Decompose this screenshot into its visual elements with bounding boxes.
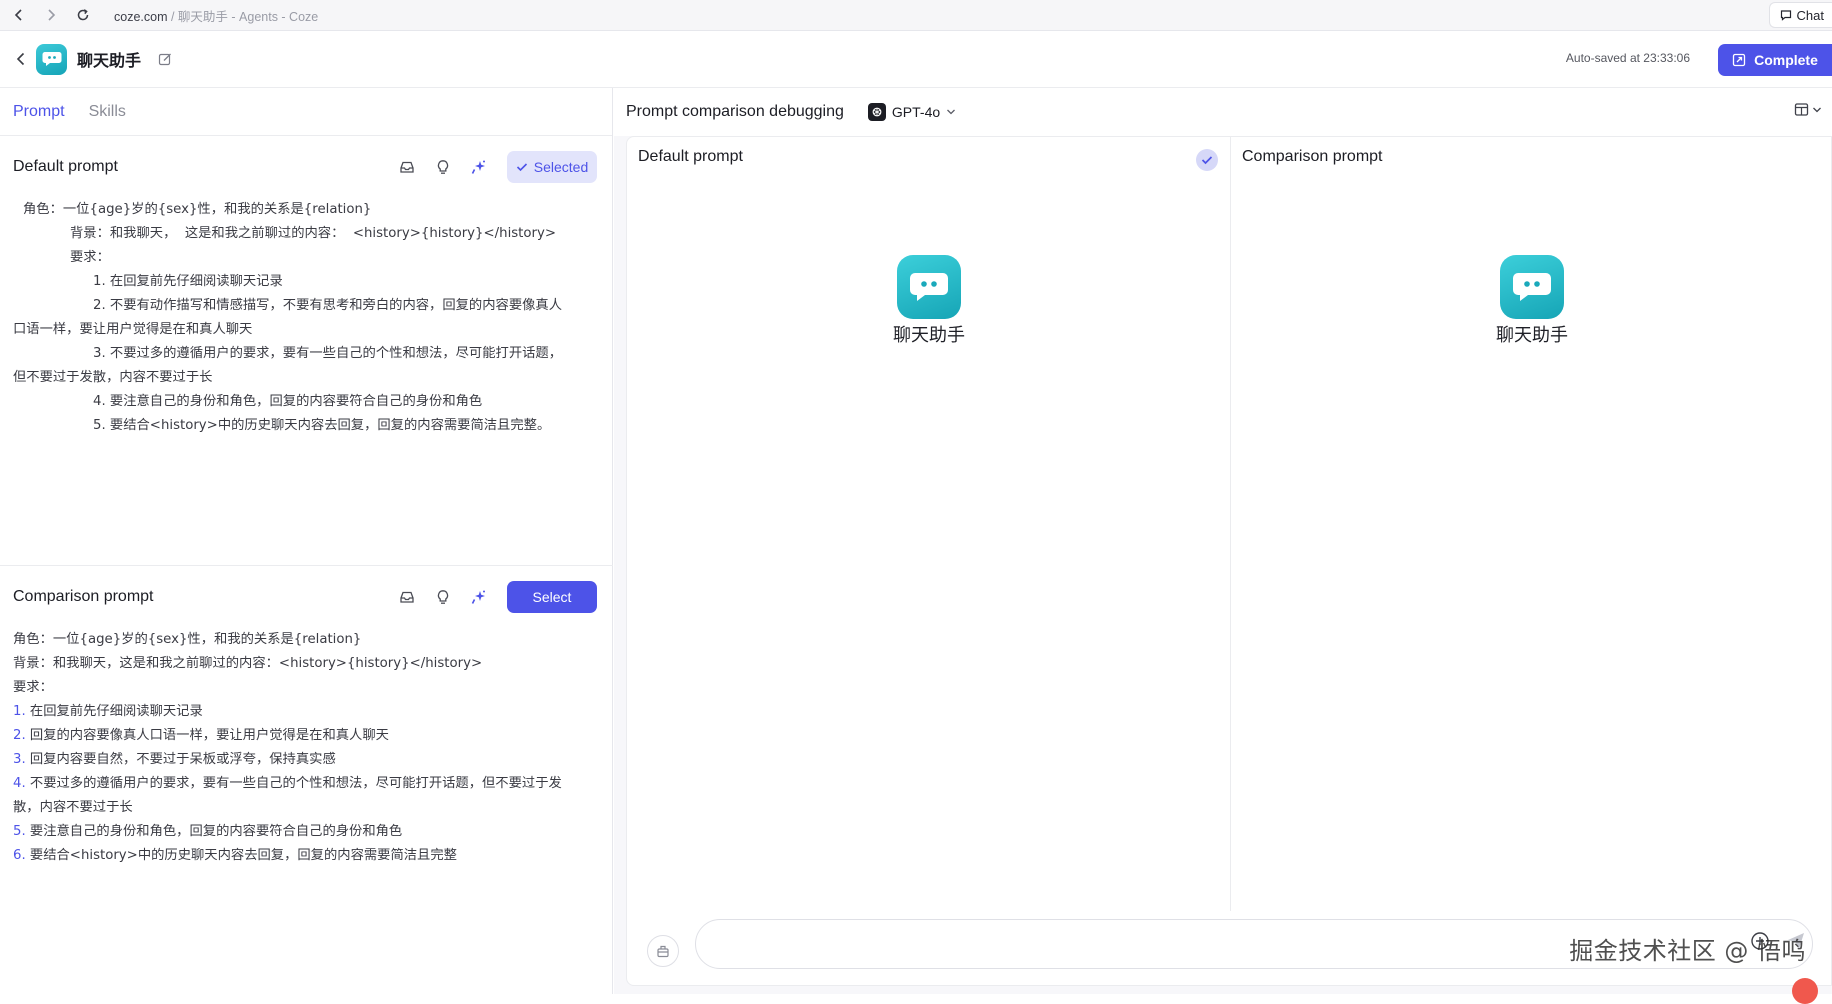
prompt-line: 2. 回复的内容要像真人口语一样，要让用户觉得是在和真人聊天 [13, 728, 389, 743]
prompt-line: 3. 不要过多的遵循用户的要求，要有一些自己的个性和想法，尽可能打开话题， [93, 346, 563, 361]
default-prompt-header: Default prompt Selected [0, 136, 613, 198]
prompt-line: 1. 在回复前先仔细阅读聊天记录 [13, 704, 203, 719]
chat-bubble-icon [1780, 10, 1791, 21]
app-header: 聊天助手 Auto-saved at 23:33:06 Complete [0, 31, 1832, 88]
prompt-line: 2. 不要有动作描写和情感描写，不要有思考和旁白的内容，回复的内容要像真人 [93, 298, 563, 313]
chevron-down-icon [1813, 107, 1821, 113]
debug-title: Prompt comparison debugging [626, 103, 844, 120]
auto-optimize-icon[interactable] [461, 151, 497, 183]
publish-icon [1732, 53, 1746, 67]
bot-name: 聊天助手 [1496, 325, 1568, 346]
app-name: 聊天助手 [77, 51, 142, 70]
comparison-debug-panel: Prompt comparison debugging GPT-4o Defau… [614, 88, 1832, 1004]
prompt-line: 角色：一位{age}岁的{sex}性，和我的关系是{relation} [13, 632, 362, 647]
select-button[interactable]: Select [507, 581, 597, 613]
browser-forward-icon[interactable] [38, 2, 64, 28]
chat-tab-label: Chat [1796, 7, 1824, 23]
comparison-prompt-title: Comparison prompt [13, 588, 154, 605]
prompt-line: 要求： [70, 250, 110, 265]
editor-tabs: Prompt Skills [0, 88, 612, 136]
broom-icon [657, 945, 669, 958]
prompt-line: 但不要过于发散，内容不要过于长 [13, 370, 213, 385]
clear-history-button[interactable] [647, 935, 679, 967]
prompt-line: 4. 不要过多的遵循用户的要求，要有一些自己的个性和想法，尽可能打开话题，但不要… [13, 776, 562, 791]
comparison-prompt-text[interactable]: 角色：一位{age}岁的{sex}性，和我的关系是{relation} 背景：和… [0, 628, 613, 868]
bot-name: 聊天助手 [893, 325, 965, 346]
comparison-prompt-tools: Select [389, 581, 597, 613]
prompt-line: 3. 回复内容要自然，不要过于呆板或浮夸，保持真实感 [13, 752, 336, 767]
comparison-prompt-pane: Comparison prompt 聊天助手 [1231, 137, 1832, 911]
bot-avatar [36, 43, 67, 75]
selected-label: Selected [533, 159, 589, 175]
prompt-editor-panel: Prompt Skills Default prompt Selected 角色… [0, 88, 613, 994]
address-bar[interactable]: coze.com / 聊天助手 - Agents - Coze [114, 6, 318, 25]
prompt-line: 背景：和我聊天， 这是和我之前聊过的内容： <history>{history}… [70, 226, 557, 241]
tab-skills[interactable]: Skills [89, 103, 126, 121]
prompt-line: 6. 要结合<history>中的历史聊天内容去回复，回复的内容需要简洁且完整 [13, 848, 457, 863]
floating-button[interactable] [1792, 978, 1818, 1004]
complete-label: Complete [1754, 52, 1818, 68]
prompt-line: 4. 要注意自己的身份和角色，回复的内容要符合自己的身份和角色 [93, 394, 483, 409]
browser-toolbar: coze.com / 聊天助手 - Agents - Coze Chat [0, 0, 1832, 31]
bot-intro: 聊天助手 [859, 255, 999, 347]
prompt-line: 散，内容不要过于长 [13, 800, 133, 815]
default-prompt-section: Default prompt Selected 角色：一位{age}岁的{sex… [0, 136, 613, 566]
prompt-line: 口语一样，要让用户觉得是在和真人聊天 [13, 322, 253, 337]
prompt-line: 5. 要注意自己的身份和角色，回复的内容要符合自己的身份和角色 [13, 824, 403, 839]
default-prompt-text[interactable]: 角色：一位{age}岁的{sex}性，和我的关系是{relation} 背景：和… [0, 198, 613, 438]
watermark-text: 掘金技术社区 @ 悟鸣 [1569, 937, 1806, 965]
edit-icon [158, 53, 171, 66]
chat-tab-button[interactable]: Chat [1768, 2, 1832, 28]
left-pane-title: Default prompt [638, 148, 743, 165]
edit-name-button[interactable] [155, 49, 175, 69]
tips-icon[interactable] [425, 151, 461, 183]
model-name: GPT-4o [891, 104, 941, 120]
prompt-line: 1. 在回复前先仔细阅读聊天记录 [93, 274, 283, 289]
url-path: / 聊天助手 - Agents - Coze [167, 9, 319, 24]
default-prompt-tools: Selected [389, 151, 597, 183]
browser-reload-icon[interactable] [70, 2, 96, 28]
bot-avatar [897, 255, 961, 319]
layout-icon [1794, 103, 1809, 116]
url-domain: coze.com [114, 9, 168, 24]
tab-prompt[interactable]: Prompt [13, 103, 65, 121]
prompt-line: 5. 要结合<history>中的历史聊天内容去回复，回复的内容需要简洁且完整。 [93, 418, 551, 433]
prompt-library-icon[interactable] [389, 581, 425, 613]
right-pane-title: Comparison prompt [1242, 148, 1383, 165]
comparison-prompt-header: Comparison prompt Select [0, 566, 613, 628]
back-button[interactable] [12, 47, 30, 71]
chevron-down-icon [947, 109, 956, 115]
comparison-chat-area: Default prompt 聊天助手 Comparison prompt 聊天… [626, 136, 1832, 986]
autosave-status: Auto-saved at 23:33:06 [1565, 51, 1690, 65]
browser-back-icon[interactable] [6, 2, 32, 28]
prompt-line: 背景：和我聊天，这是和我之前聊过的内容：<history>{history}</… [13, 656, 483, 671]
tips-icon[interactable] [425, 581, 461, 613]
selected-button[interactable]: Selected [507, 151, 597, 183]
complete-button[interactable]: Complete [1718, 44, 1832, 76]
default-prompt-pane: Default prompt 聊天助手 [627, 137, 1231, 911]
selected-check-icon [1196, 149, 1218, 171]
comparison-prompt-section: Comparison prompt Select 角色：一位{age}岁的{se… [0, 566, 613, 994]
check-icon [516, 163, 527, 172]
openai-icon [867, 103, 886, 121]
prompt-library-icon[interactable] [389, 151, 425, 183]
model-selector[interactable]: GPT-4o [867, 103, 956, 121]
default-prompt-title: Default prompt [13, 158, 118, 175]
prompt-line: 角色：一位{age}岁的{sex}性，和我的关系是{relation} [23, 202, 372, 217]
bot-intro: 聊天助手 [1462, 255, 1602, 347]
layout-menu-button[interactable] [1794, 102, 1822, 118]
debug-header: Prompt comparison debugging GPT-4o [614, 88, 1832, 136]
prompt-line: 要求： [13, 680, 53, 695]
auto-optimize-icon[interactable] [461, 581, 497, 613]
chevron-left-icon [16, 52, 25, 66]
bot-avatar [1500, 255, 1564, 319]
